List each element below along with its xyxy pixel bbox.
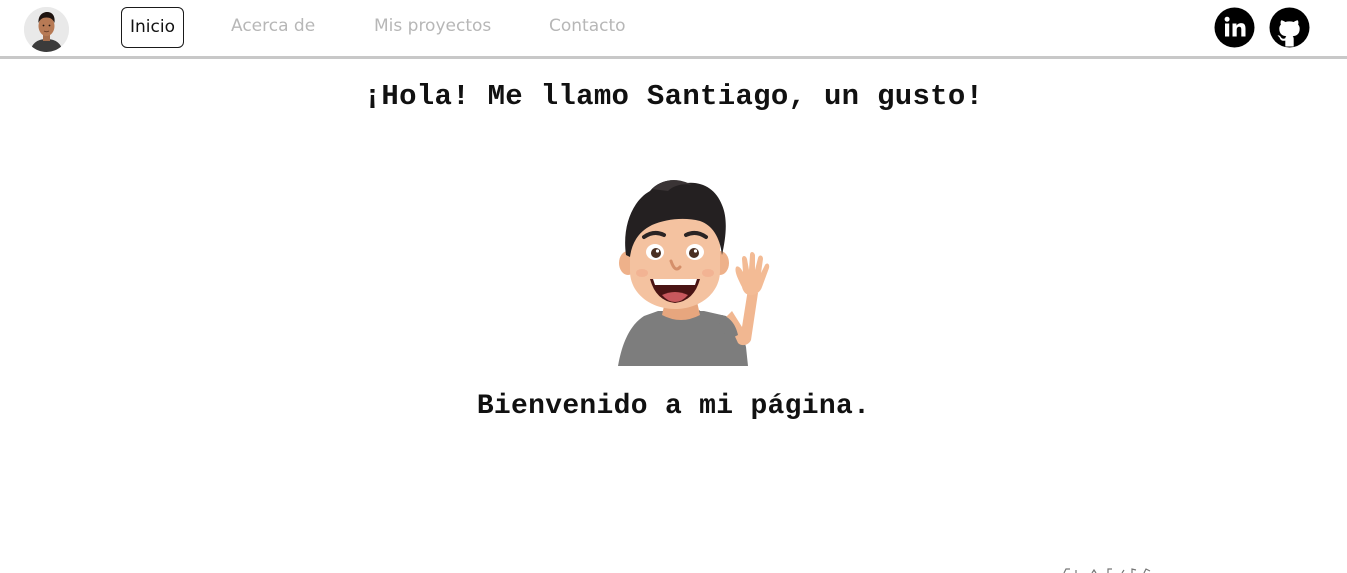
github-icon xyxy=(1269,7,1310,48)
nav-link-acerca-de[interactable]: Acerca de xyxy=(231,7,315,48)
github-link[interactable] xyxy=(1269,7,1310,48)
navbar: Inicio Acerca de Mis proyectos Contacto xyxy=(0,0,1347,59)
linkedin-link[interactable] xyxy=(1214,7,1255,48)
nav-link-inicio[interactable]: Inicio xyxy=(121,7,184,48)
linkedin-icon xyxy=(1214,7,1255,48)
waving-avatar-illustration xyxy=(608,175,773,367)
page-title: ¡Hola! Me llamo Santiago, un gusto! xyxy=(363,80,984,113)
welcome-message: Bienvenido a mi página. xyxy=(476,391,871,422)
nav-link-mis-proyectos[interactable]: Mis proyectos xyxy=(374,7,491,48)
profile-photo xyxy=(24,7,69,52)
cut-off-text xyxy=(1062,562,1162,573)
profile-avatar[interactable] xyxy=(24,7,69,52)
nav-link-contacto[interactable]: Contacto xyxy=(549,7,626,48)
